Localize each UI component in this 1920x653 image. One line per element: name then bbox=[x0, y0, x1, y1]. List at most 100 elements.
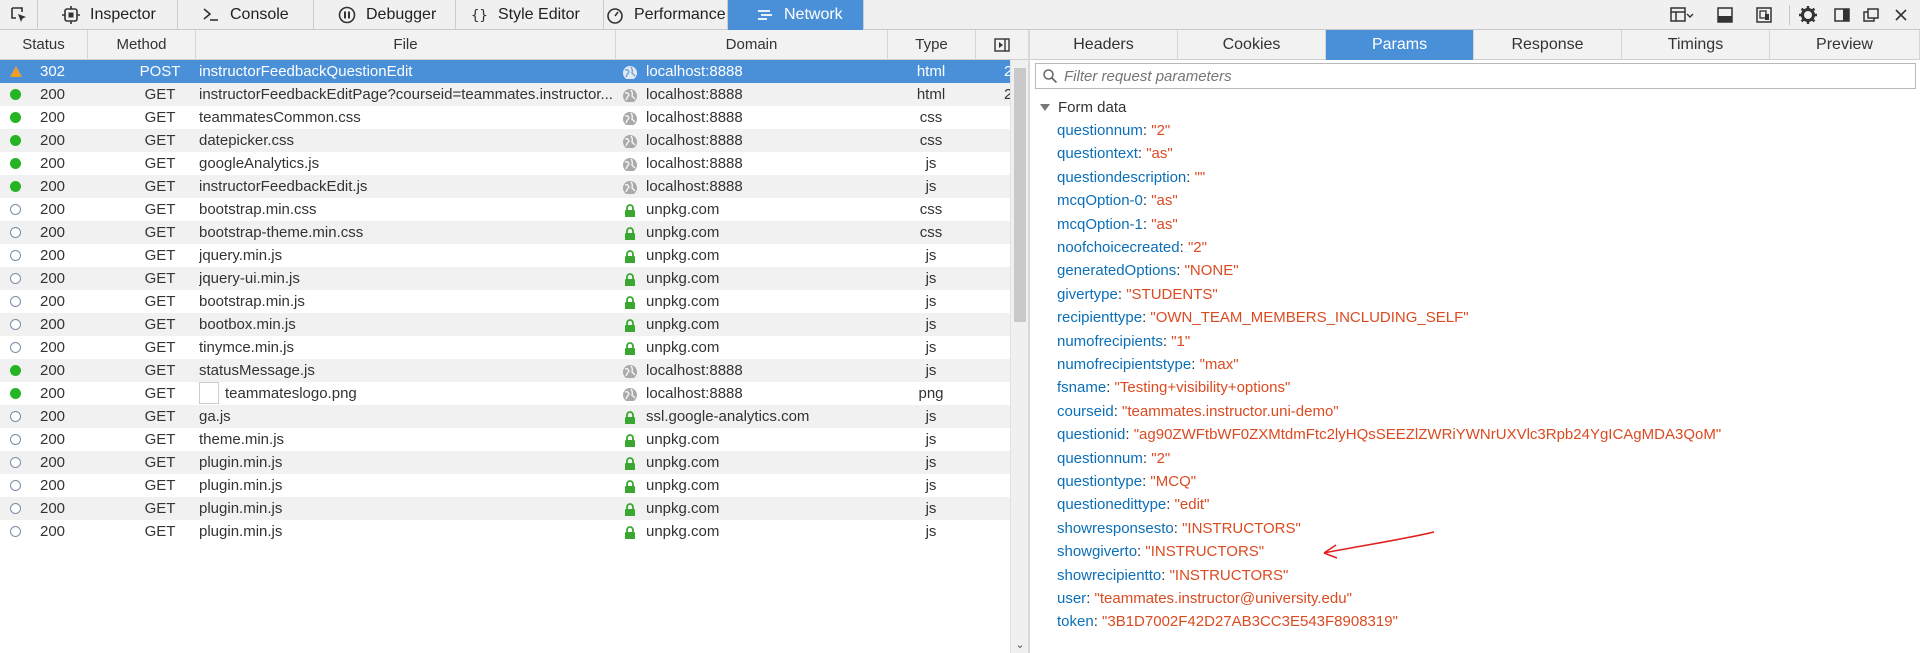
tab-timings[interactable]: Timings bbox=[1622, 30, 1770, 60]
param-row[interactable]: generatedOptions: "NONE" bbox=[1057, 260, 1239, 282]
type-cell: css bbox=[919, 109, 943, 126]
domain-cell: unpkg.com bbox=[646, 201, 720, 218]
file-name: plugin.min.js bbox=[199, 454, 283, 471]
param-row[interactable]: questiontext: "as" bbox=[1057, 143, 1173, 165]
filter-params-input[interactable] bbox=[1064, 66, 1904, 86]
request-row[interactable]: 200 GET bootstrap.min.css unpkg.com css bbox=[0, 198, 1010, 221]
panel-splitter[interactable] bbox=[1028, 30, 1030, 653]
request-row[interactable]: 200 GET teammateslogo.png localhost:8888 png bbox=[0, 382, 1010, 405]
file-name: theme.min.js bbox=[199, 431, 285, 448]
tab-style-editor[interactable]: {} Style Editor bbox=[456, 0, 604, 30]
request-row[interactable]: 200 GET instructorFeedbackEdit.js localhost… bbox=[0, 175, 1010, 198]
toggle-split-button[interactable] bbox=[1670, 4, 1694, 26]
request-row[interactable]: 302 POST instructorFeedbackQuestionEdit loc… bbox=[0, 60, 1010, 83]
type-cell: js bbox=[925, 477, 937, 494]
param-row[interactable]: noofchoicecreated: "2" bbox=[1057, 237, 1207, 259]
request-row[interactable]: 200 GET plugin.min.js unpkg.com js bbox=[0, 451, 1010, 474]
domain-cell: unpkg.com bbox=[646, 500, 720, 517]
column-toggle-button[interactable] bbox=[976, 30, 1028, 60]
request-row[interactable]: 200 GET theme.min.js unpkg.com js bbox=[0, 428, 1010, 451]
request-row[interactable]: 200 GET jquery-ui.min.js unpkg.com js bbox=[0, 267, 1010, 290]
request-row[interactable]: 200 GET statusMessage.js localhost:8888 js bbox=[0, 359, 1010, 382]
method-cell: GET bbox=[144, 201, 176, 218]
filter-params-box[interactable] bbox=[1035, 63, 1916, 89]
param-row[interactable]: questionnum: "2" bbox=[1057, 448, 1170, 470]
settings-button[interactable] bbox=[1796, 4, 1820, 26]
close-button[interactable] bbox=[1889, 4, 1913, 26]
status-cached-icon bbox=[10, 319, 21, 330]
param-separator: : bbox=[1176, 262, 1185, 280]
param-row[interactable]: questionid: "ag90ZWFtbWF0ZXMtdmFtc2lyHQs… bbox=[1057, 424, 1721, 446]
file-cell: datepicker.css bbox=[199, 129, 614, 152]
request-list-scrollbar[interactable]: ⌄ bbox=[1010, 60, 1028, 653]
request-row[interactable]: 200 GET bootbox.min.js unpkg.com js bbox=[0, 313, 1010, 336]
tab-preview[interactable]: Preview bbox=[1770, 30, 1920, 60]
param-row[interactable]: questiondescription: "" bbox=[1057, 167, 1205, 189]
status-cell: 200 bbox=[40, 362, 66, 379]
param-row[interactable]: token: "3B1D7002F42D27AB3CC3E543F8908319… bbox=[1057, 611, 1398, 633]
request-row[interactable]: 200 GET plugin.min.js unpkg.com js bbox=[0, 497, 1010, 520]
file-cell: theme.min.js bbox=[199, 428, 614, 451]
tab-console[interactable]: Console bbox=[178, 0, 314, 30]
lock-icon bbox=[622, 523, 638, 539]
request-row[interactable]: 200 GET plugin.min.js unpkg.com js bbox=[0, 474, 1010, 497]
param-row[interactable]: questionnum: "2" bbox=[1057, 120, 1170, 142]
status-cached-icon bbox=[10, 296, 21, 307]
request-row[interactable]: 200 GET datepicker.css localhost:8888 css bbox=[0, 129, 1010, 152]
param-row[interactable]: questionedittype: "edit" bbox=[1057, 494, 1209, 516]
param-row[interactable]: user: "teammates.instructor@university.e… bbox=[1057, 588, 1352, 610]
param-row[interactable]: numofrecipientstype: "max" bbox=[1057, 354, 1239, 376]
status-ok-icon bbox=[10, 89, 21, 100]
dock-bottom-button[interactable] bbox=[1713, 4, 1737, 26]
column-domain[interactable]: Domain bbox=[616, 30, 888, 60]
param-row[interactable]: mcqOption-0: "as" bbox=[1057, 190, 1178, 212]
scroll-down-arrow-icon[interactable]: ⌄ bbox=[1014, 639, 1026, 651]
param-row[interactable]: showgiverto: "INSTRUCTORS" bbox=[1057, 541, 1264, 563]
param-key: mcqOption-0 bbox=[1057, 192, 1143, 210]
dock-side-button[interactable] bbox=[1830, 4, 1854, 26]
request-row[interactable]: 200 GET plugin.min.js unpkg.com js bbox=[0, 520, 1010, 543]
param-row[interactable]: mcqOption-1: "as" bbox=[1057, 214, 1178, 236]
element-picker-button[interactable] bbox=[0, 0, 38, 30]
file-name: statusMessage.js bbox=[199, 362, 315, 379]
param-value: "teammates.instructor.uni-demo" bbox=[1122, 402, 1339, 420]
request-row[interactable]: 200 GET bootstrap-theme.min.css unpkg.com cs… bbox=[0, 221, 1010, 244]
param-row[interactable]: recipienttype: "OWN_TEAM_MEMBERS_INCLUDI… bbox=[1057, 307, 1469, 329]
param-row[interactable]: showrecipientto: "INSTRUCTORS" bbox=[1057, 565, 1288, 587]
tab-debugger[interactable]: Debugger bbox=[314, 0, 456, 30]
request-row[interactable]: 200 GET ga.js ssl.google-analytics.com js bbox=[0, 405, 1010, 428]
param-row[interactable]: questiontype: "MCQ" bbox=[1057, 471, 1196, 493]
file-name: ga.js bbox=[199, 408, 231, 425]
request-row[interactable]: 200 GET teammatesCommon.css localhost:8888 c… bbox=[0, 106, 1010, 129]
form-data-section-toggle[interactable]: Form data bbox=[1040, 97, 1126, 117]
responsive-mode-button[interactable] bbox=[1752, 4, 1776, 26]
tab-response[interactable]: Response bbox=[1474, 30, 1622, 60]
request-row[interactable]: 200 GET jquery.min.js unpkg.com js bbox=[0, 244, 1010, 267]
param-row[interactable]: fsname: "Testing+visibility+options" bbox=[1057, 377, 1290, 399]
tab-cookies[interactable]: Cookies bbox=[1178, 30, 1326, 60]
undock-button[interactable] bbox=[1859, 4, 1883, 26]
param-value: "max" bbox=[1199, 356, 1239, 373]
request-row[interactable]: 200 GET googleAnalytics.js localhost:8888 js bbox=[0, 152, 1010, 175]
method-cell: GET bbox=[144, 431, 176, 448]
param-row[interactable]: showresponsesto: "INSTRUCTORS" bbox=[1057, 518, 1301, 540]
status-cell: 200 bbox=[40, 132, 66, 149]
file-cell: bootstrap-theme.min.css bbox=[199, 221, 614, 244]
request-row[interactable]: 200 GET instructorFeedbackEditPage?coursei… bbox=[0, 83, 1010, 106]
column-file[interactable]: File bbox=[196, 30, 616, 60]
column-status[interactable]: Status bbox=[0, 30, 88, 60]
scrollbar-thumb[interactable] bbox=[1014, 68, 1026, 322]
tab-inspector[interactable]: Inspector bbox=[38, 0, 178, 30]
tab-params[interactable]: Params bbox=[1326, 30, 1474, 60]
param-row[interactable]: numofrecipients: "1" bbox=[1057, 331, 1190, 353]
globe-icon bbox=[622, 362, 638, 378]
tab-headers[interactable]: Headers bbox=[1030, 30, 1178, 60]
param-row[interactable]: givertype: "STUDENTS" bbox=[1057, 284, 1218, 306]
column-type[interactable]: Type bbox=[888, 30, 976, 60]
request-row[interactable]: 200 GET tinymce.min.js unpkg.com js bbox=[0, 336, 1010, 359]
request-row[interactable]: 200 GET bootstrap.min.js unpkg.com js bbox=[0, 290, 1010, 313]
param-row[interactable]: courseid: "teammates.instructor.uni-demo… bbox=[1057, 401, 1339, 423]
tab-network[interactable]: Network bbox=[728, 0, 864, 30]
tab-performance[interactable]: Performance bbox=[604, 0, 728, 30]
column-method[interactable]: Method bbox=[88, 30, 196, 60]
